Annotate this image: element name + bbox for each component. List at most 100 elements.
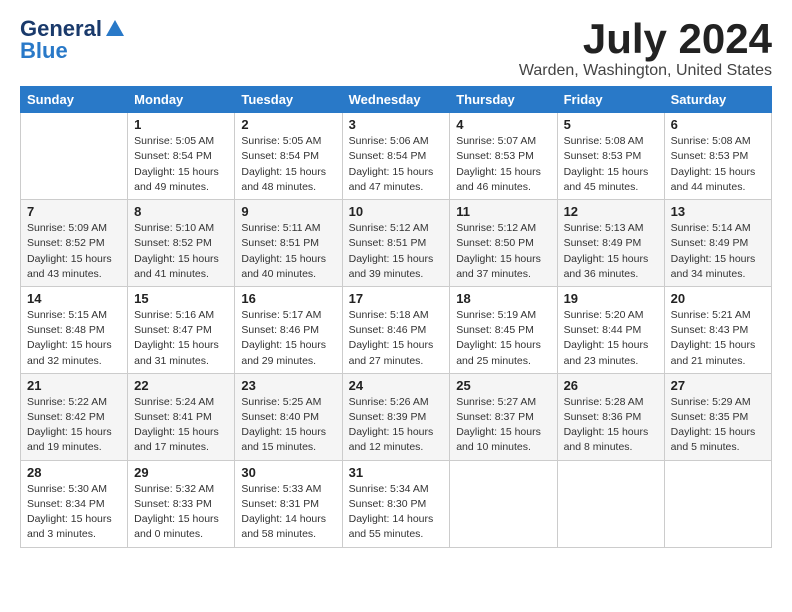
header-wednesday: Wednesday <box>342 87 450 113</box>
day-detail: Sunrise: 5:19 AMSunset: 8:45 PMDaylight:… <box>456 309 541 367</box>
week-row-2: 7 Sunrise: 5:09 AMSunset: 8:52 PMDayligh… <box>21 200 772 287</box>
day-cell: 2 Sunrise: 5:05 AMSunset: 8:54 PMDayligh… <box>235 113 342 200</box>
day-detail: Sunrise: 5:11 AMSunset: 8:51 PMDaylight:… <box>241 222 326 280</box>
day-cell: 22 Sunrise: 5:24 AMSunset: 8:41 PMDaylig… <box>128 373 235 460</box>
day-number: 9 <box>241 204 335 219</box>
day-cell: 12 Sunrise: 5:13 AMSunset: 8:49 PMDaylig… <box>557 200 664 287</box>
day-detail: Sunrise: 5:08 AMSunset: 8:53 PMDaylight:… <box>564 135 649 193</box>
header-saturday: Saturday <box>664 87 771 113</box>
day-number: 7 <box>27 204 121 219</box>
day-detail: Sunrise: 5:21 AMSunset: 8:43 PMDaylight:… <box>671 309 756 367</box>
week-row-5: 28 Sunrise: 5:30 AMSunset: 8:34 PMDaylig… <box>21 460 772 547</box>
day-cell: 29 Sunrise: 5:32 AMSunset: 8:33 PMDaylig… <box>128 460 235 547</box>
day-detail: Sunrise: 5:10 AMSunset: 8:52 PMDaylight:… <box>134 222 219 280</box>
day-detail: Sunrise: 5:28 AMSunset: 8:36 PMDaylight:… <box>564 396 649 454</box>
day-cell: 4 Sunrise: 5:07 AMSunset: 8:53 PMDayligh… <box>450 113 557 200</box>
day-cell: 26 Sunrise: 5:28 AMSunset: 8:36 PMDaylig… <box>557 373 664 460</box>
day-detail: Sunrise: 5:17 AMSunset: 8:46 PMDaylight:… <box>241 309 326 367</box>
day-number: 31 <box>349 465 444 480</box>
day-detail: Sunrise: 5:14 AMSunset: 8:49 PMDaylight:… <box>671 222 756 280</box>
day-number: 25 <box>456 378 550 393</box>
day-detail: Sunrise: 5:09 AMSunset: 8:52 PMDaylight:… <box>27 222 112 280</box>
day-cell: 20 Sunrise: 5:21 AMSunset: 8:43 PMDaylig… <box>664 286 771 373</box>
day-cell: 15 Sunrise: 5:16 AMSunset: 8:47 PMDaylig… <box>128 286 235 373</box>
day-number: 30 <box>241 465 335 480</box>
logo-icon <box>104 18 126 40</box>
day-cell: 1 Sunrise: 5:05 AMSunset: 8:54 PMDayligh… <box>128 113 235 200</box>
day-cell: 25 Sunrise: 5:27 AMSunset: 8:37 PMDaylig… <box>450 373 557 460</box>
day-number: 19 <box>564 291 658 306</box>
header-sunday: Sunday <box>21 87 128 113</box>
day-detail: Sunrise: 5:05 AMSunset: 8:54 PMDaylight:… <box>134 135 219 193</box>
day-number: 14 <box>27 291 121 306</box>
day-cell: 31 Sunrise: 5:34 AMSunset: 8:30 PMDaylig… <box>342 460 450 547</box>
day-number: 23 <box>241 378 335 393</box>
day-detail: Sunrise: 5:27 AMSunset: 8:37 PMDaylight:… <box>456 396 541 454</box>
month-title: July 2024 <box>519 16 772 62</box>
day-number: 15 <box>134 291 228 306</box>
day-cell: 8 Sunrise: 5:10 AMSunset: 8:52 PMDayligh… <box>128 200 235 287</box>
day-number: 2 <box>241 117 335 132</box>
day-detail: Sunrise: 5:30 AMSunset: 8:34 PMDaylight:… <box>27 483 112 541</box>
day-detail: Sunrise: 5:16 AMSunset: 8:47 PMDaylight:… <box>134 309 219 367</box>
day-number: 5 <box>564 117 658 132</box>
day-cell <box>21 113 128 200</box>
day-detail: Sunrise: 5:20 AMSunset: 8:44 PMDaylight:… <box>564 309 649 367</box>
day-number: 29 <box>134 465 228 480</box>
day-detail: Sunrise: 5:06 AMSunset: 8:54 PMDaylight:… <box>349 135 434 193</box>
day-cell: 28 Sunrise: 5:30 AMSunset: 8:34 PMDaylig… <box>21 460 128 547</box>
day-number: 16 <box>241 291 335 306</box>
day-number: 8 <box>134 204 228 219</box>
day-cell: 27 Sunrise: 5:29 AMSunset: 8:35 PMDaylig… <box>664 373 771 460</box>
day-number: 4 <box>456 117 550 132</box>
day-number: 11 <box>456 204 550 219</box>
day-cell <box>450 460 557 547</box>
day-detail: Sunrise: 5:33 AMSunset: 8:31 PMDaylight:… <box>241 483 326 541</box>
day-detail: Sunrise: 5:08 AMSunset: 8:53 PMDaylight:… <box>671 135 756 193</box>
day-detail: Sunrise: 5:24 AMSunset: 8:41 PMDaylight:… <box>134 396 219 454</box>
day-detail: Sunrise: 5:12 AMSunset: 8:51 PMDaylight:… <box>349 222 434 280</box>
day-detail: Sunrise: 5:26 AMSunset: 8:39 PMDaylight:… <box>349 396 434 454</box>
day-cell: 19 Sunrise: 5:20 AMSunset: 8:44 PMDaylig… <box>557 286 664 373</box>
week-row-3: 14 Sunrise: 5:15 AMSunset: 8:48 PMDaylig… <box>21 286 772 373</box>
page-header: General Blue July 2024 Warden, Washingto… <box>20 16 772 80</box>
header-monday: Monday <box>128 87 235 113</box>
day-number: 1 <box>134 117 228 132</box>
day-number: 21 <box>27 378 121 393</box>
day-cell: 16 Sunrise: 5:17 AMSunset: 8:46 PMDaylig… <box>235 286 342 373</box>
day-number: 24 <box>349 378 444 393</box>
day-cell: 30 Sunrise: 5:33 AMSunset: 8:31 PMDaylig… <box>235 460 342 547</box>
day-detail: Sunrise: 5:34 AMSunset: 8:30 PMDaylight:… <box>349 483 434 541</box>
day-detail: Sunrise: 5:22 AMSunset: 8:42 PMDaylight:… <box>27 396 112 454</box>
day-detail: Sunrise: 5:05 AMSunset: 8:54 PMDaylight:… <box>241 135 326 193</box>
day-number: 27 <box>671 378 765 393</box>
day-cell: 23 Sunrise: 5:25 AMSunset: 8:40 PMDaylig… <box>235 373 342 460</box>
day-number: 22 <box>134 378 228 393</box>
day-detail: Sunrise: 5:18 AMSunset: 8:46 PMDaylight:… <box>349 309 434 367</box>
header-friday: Friday <box>557 87 664 113</box>
day-number: 13 <box>671 204 765 219</box>
day-number: 12 <box>564 204 658 219</box>
day-detail: Sunrise: 5:29 AMSunset: 8:35 PMDaylight:… <box>671 396 756 454</box>
day-cell: 17 Sunrise: 5:18 AMSunset: 8:46 PMDaylig… <box>342 286 450 373</box>
day-number: 3 <box>349 117 444 132</box>
day-number: 18 <box>456 291 550 306</box>
day-number: 28 <box>27 465 121 480</box>
day-cell <box>557 460 664 547</box>
day-cell: 3 Sunrise: 5:06 AMSunset: 8:54 PMDayligh… <box>342 113 450 200</box>
day-cell: 9 Sunrise: 5:11 AMSunset: 8:51 PMDayligh… <box>235 200 342 287</box>
day-cell: 14 Sunrise: 5:15 AMSunset: 8:48 PMDaylig… <box>21 286 128 373</box>
day-detail: Sunrise: 5:32 AMSunset: 8:33 PMDaylight:… <box>134 483 219 541</box>
header-tuesday: Tuesday <box>235 87 342 113</box>
day-cell: 11 Sunrise: 5:12 AMSunset: 8:50 PMDaylig… <box>450 200 557 287</box>
day-number: 20 <box>671 291 765 306</box>
day-detail: Sunrise: 5:13 AMSunset: 8:49 PMDaylight:… <box>564 222 649 280</box>
logo-blue: Blue <box>20 38 68 64</box>
week-row-4: 21 Sunrise: 5:22 AMSunset: 8:42 PMDaylig… <box>21 373 772 460</box>
day-cell: 5 Sunrise: 5:08 AMSunset: 8:53 PMDayligh… <box>557 113 664 200</box>
calendar-table: Sunday Monday Tuesday Wednesday Thursday… <box>20 86 772 547</box>
day-number: 17 <box>349 291 444 306</box>
day-cell: 13 Sunrise: 5:14 AMSunset: 8:49 PMDaylig… <box>664 200 771 287</box>
day-detail: Sunrise: 5:25 AMSunset: 8:40 PMDaylight:… <box>241 396 326 454</box>
day-cell: 10 Sunrise: 5:12 AMSunset: 8:51 PMDaylig… <box>342 200 450 287</box>
